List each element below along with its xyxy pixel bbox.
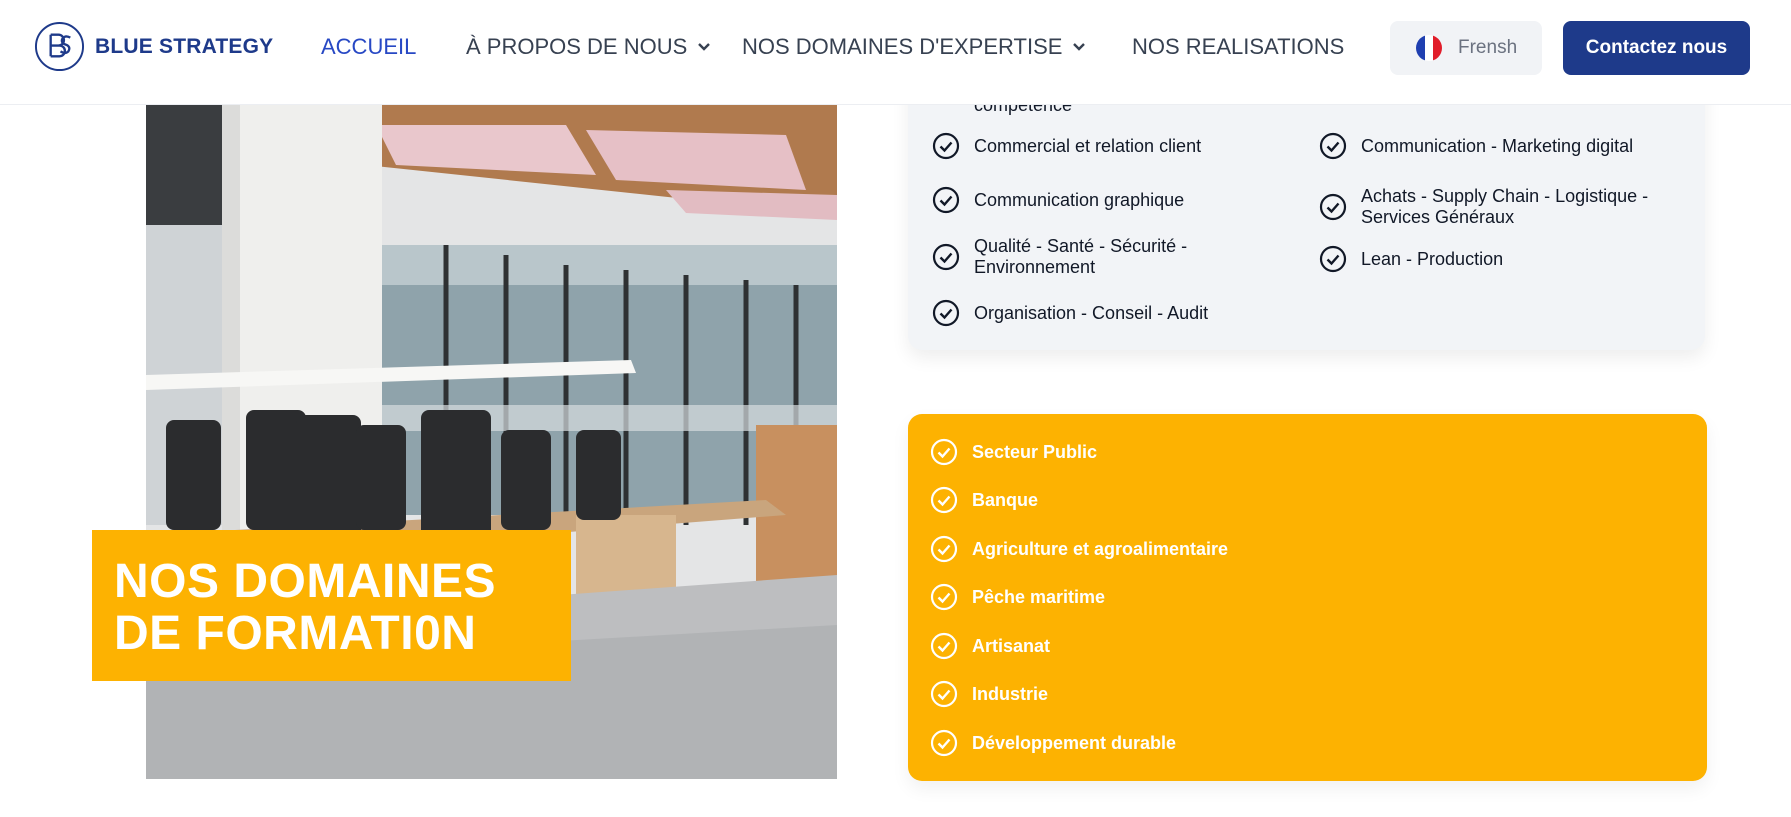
check-circle-icon (930, 535, 958, 563)
list-item: Secteur Public (930, 438, 1097, 466)
check-circle-icon (932, 186, 960, 214)
section-title-line1: NOS DOMAINES (114, 555, 497, 608)
nav-domaines-expertise-label: NOS DOMAINES D'EXPERTISE (742, 34, 1063, 59)
list-item-label: Développement durable (972, 732, 1177, 753)
nav-realisations-label: NOS REALISATIONS (1132, 34, 1345, 59)
nav-accueil-label: ACCUEIL (321, 34, 417, 59)
list-item: Industrie (930, 680, 1048, 708)
list-item-label: Achats - Supply Chain - Logistique - Ser… (1361, 186, 1649, 227)
list-item: Lean - Production (1319, 245, 1661, 273)
check-circle-icon (1319, 245, 1347, 273)
bs-monogram-logo-icon (34, 21, 85, 72)
check-circle-icon (930, 729, 958, 757)
contact-button[interactable]: Contactez nous (1563, 21, 1750, 75)
list-item-label: Artisanat (972, 635, 1051, 656)
section-title-line2: DE FORMATI0N (114, 607, 477, 660)
check-circle-icon (930, 583, 958, 611)
nav-a-propos[interactable]: À PROPOS DE NOUS (466, 34, 711, 60)
list-item-label: Communication graphique (974, 189, 1185, 210)
language-label: Frensh (1458, 37, 1518, 58)
list-item: Communication - Marketing digital (1319, 132, 1701, 160)
list-item-label: Secteur Public (972, 441, 1098, 462)
brand-name: BLUE STRATEGY (95, 34, 274, 58)
language-selector[interactable]: Frensh (1390, 21, 1542, 75)
list-item: Commercial et relation client (932, 132, 1274, 160)
list-item: Développement durable (930, 729, 1176, 757)
check-circle-icon (932, 299, 960, 327)
list-item: Organisation - Conseil - Audit (932, 299, 1274, 327)
brand-logo[interactable]: BLUE STRATEGY (34, 21, 273, 72)
nav-domaines-expertise[interactable]: NOS DOMAINES D'EXPERTISE (742, 34, 1086, 60)
list-item: Artisanat (930, 632, 1050, 660)
list-item-label: Organisation - Conseil - Audit (974, 302, 1209, 323)
france-flag-icon (1416, 35, 1442, 61)
list-item: Achats - Supply Chain - Logistique - Ser… (1319, 186, 1691, 228)
nav-realisations[interactable]: NOS REALISATIONS (1132, 34, 1344, 60)
list-item-label: Pêche maritime (972, 586, 1106, 607)
list-item-label: Banque (972, 489, 1039, 510)
check-circle-icon (930, 438, 958, 466)
nav-accueil[interactable]: ACCUEIL (321, 34, 416, 60)
check-circle-icon (930, 680, 958, 708)
chevron-down-icon (698, 43, 711, 51)
list-item: Pêche maritime (930, 583, 1105, 611)
check-circle-icon (1319, 132, 1347, 160)
list-item-label: Agriculture et agroalimentaire (972, 538, 1229, 559)
list-item: Communication graphique (932, 186, 1274, 214)
list-item-label: Qualité - Santé - Sécurité - Environneme… (974, 236, 1188, 277)
check-circle-icon (930, 632, 958, 660)
list-item-label: Industrie (972, 683, 1049, 704)
list-item-label: Communication - Marketing digital (1361, 135, 1634, 156)
site-header: BLUE STRATEGY ACCUEIL À PROPOS DE NOUS N… (0, 0, 1791, 105)
list-item: Agriculture et agroalimentaire (930, 535, 1228, 563)
list-item: Qualité - Santé - Sécurité - Environneme… (932, 236, 1274, 278)
domains-card: compétence Commercial et relation client… (908, 70, 1705, 350)
list-item: Banque (930, 486, 1038, 514)
list-item-label: Lean - Production (1361, 248, 1504, 269)
chevron-down-icon (1073, 43, 1086, 51)
section-title-box: NOS DOMAINES DE FORMATI0N (92, 530, 571, 681)
sectors-card: Secteur Public Banque Agriculture et agr… (908, 414, 1707, 781)
check-circle-icon (932, 132, 960, 160)
list-item-label: Commercial et relation client (974, 135, 1202, 156)
check-circle-icon (932, 243, 960, 271)
nav-a-propos-label: À PROPOS DE NOUS (466, 34, 688, 59)
check-circle-icon (1319, 193, 1347, 221)
check-circle-icon (930, 486, 958, 514)
